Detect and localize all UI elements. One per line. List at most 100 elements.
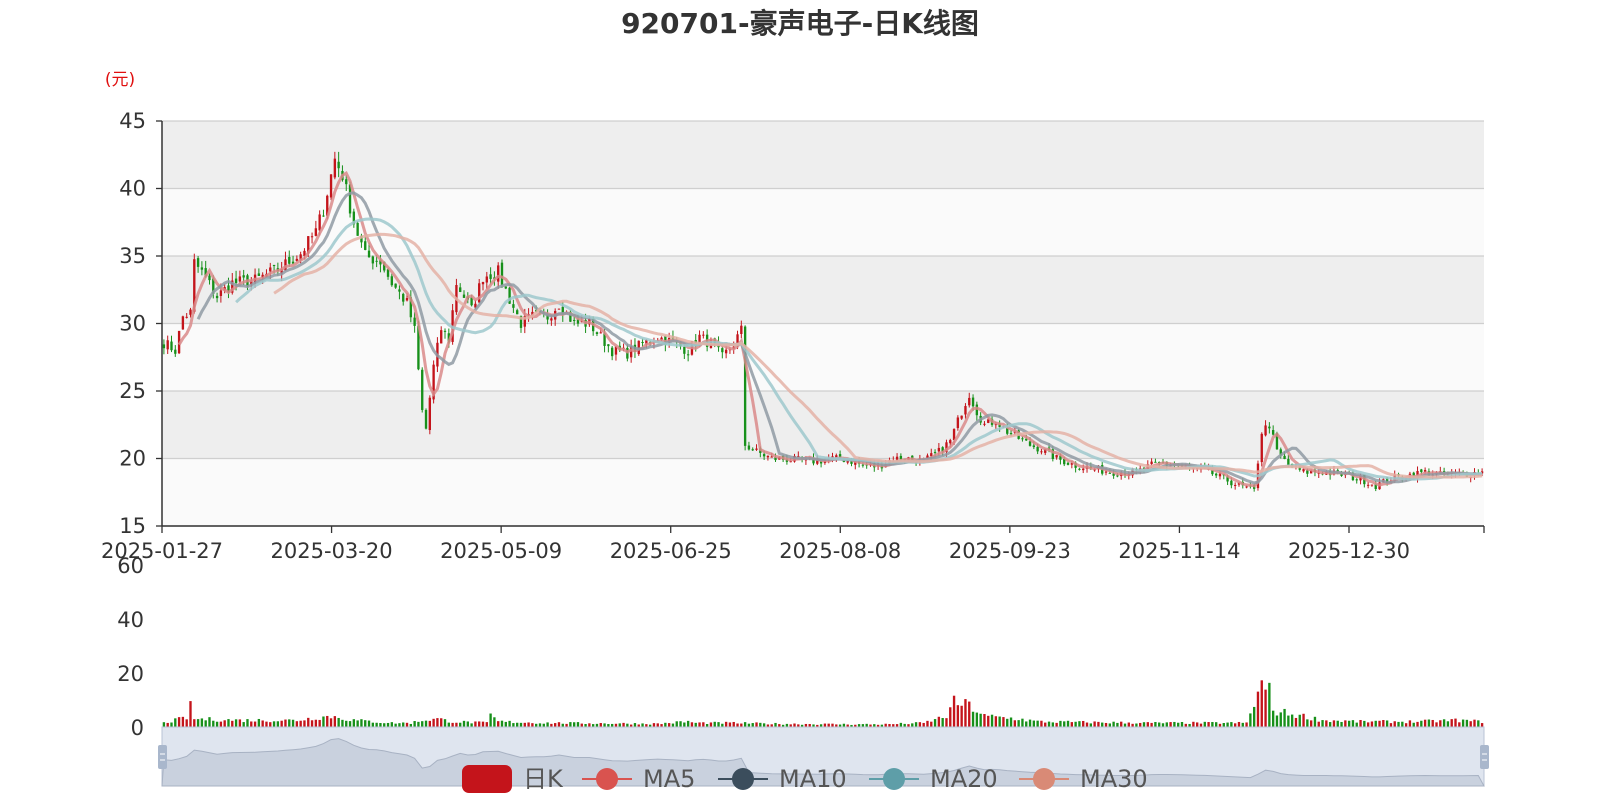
volume-bar	[1423, 719, 1427, 727]
volume-bar	[576, 722, 580, 727]
candle-body	[1032, 445, 1036, 448]
volume-bar	[930, 721, 933, 727]
volume-bar	[299, 720, 302, 727]
volume-bar	[1290, 714, 1294, 727]
candle-body	[375, 260, 378, 262]
volume-bar	[1306, 719, 1309, 727]
candle-body	[1040, 451, 1043, 453]
candle-body	[269, 267, 272, 272]
volume-bar	[474, 721, 477, 727]
volume-bar	[1283, 708, 1286, 727]
volume-bar	[956, 705, 960, 727]
volume-bar	[1442, 719, 1446, 727]
volume-bar	[417, 721, 420, 727]
volume-bar	[170, 722, 173, 727]
volume-bar	[671, 723, 675, 727]
candle-body	[1150, 461, 1153, 465]
volume-bar	[717, 722, 720, 727]
volume-bar	[1051, 722, 1055, 727]
volume-bar	[926, 720, 929, 727]
volume-bar	[1275, 715, 1279, 727]
zoom-handle-right	[1480, 745, 1489, 769]
volume-bar	[166, 722, 169, 727]
volume-bar	[413, 721, 416, 727]
volume-bar	[1366, 722, 1370, 727]
candle-body	[983, 423, 986, 425]
volume-bar	[979, 713, 982, 727]
volume-bar	[1161, 723, 1165, 727]
volume-bar	[200, 718, 204, 727]
grid-band	[162, 458, 1484, 526]
candle-body	[272, 264, 276, 266]
volume-bar	[1177, 722, 1180, 727]
volume-bar	[1279, 712, 1282, 727]
volume-bar	[1158, 722, 1161, 727]
volume-bar	[1150, 722, 1153, 727]
volume-bar	[405, 722, 409, 727]
volume-bar	[823, 723, 827, 727]
volume-bar	[1477, 720, 1480, 727]
volume-bar	[922, 722, 925, 727]
volume-bar	[375, 722, 378, 727]
volume-tick-label: 40	[117, 608, 144, 632]
candle-body	[557, 308, 561, 310]
volume-bar	[261, 720, 264, 727]
volume-bar	[497, 721, 500, 727]
candle-body	[1154, 461, 1157, 463]
volume-bar	[523, 722, 526, 727]
volume-bar	[307, 717, 310, 727]
volume-bar	[386, 722, 390, 727]
volume-bar	[1344, 720, 1347, 727]
candle-body	[1066, 462, 1070, 465]
volume-bar	[603, 723, 606, 727]
candle-body	[724, 349, 728, 354]
volume-bar	[1063, 721, 1066, 727]
candle-body	[181, 316, 185, 330]
volume-bar	[1294, 717, 1298, 727]
legend-symbol	[1033, 768, 1055, 790]
volume-bar	[736, 723, 739, 727]
volume-bar	[656, 723, 659, 727]
volume-bar	[440, 718, 443, 727]
y-tick-label: 20	[119, 447, 146, 471]
volume-bar	[1313, 716, 1317, 727]
volume-bar	[489, 713, 492, 727]
volume-bar	[964, 699, 967, 727]
legend-symbol	[462, 765, 512, 793]
volume-bar	[1249, 713, 1252, 727]
volume-bar	[1351, 720, 1355, 727]
candle-body	[740, 325, 743, 335]
volume-bar	[1325, 720, 1328, 727]
kline-chart: 920701-豪声电子-日K线图 (元) 15 20 25 30 35 40 45 2025…	[101, 7, 1489, 793]
candle-body	[215, 295, 219, 299]
candle-body	[238, 276, 242, 282]
candle-body	[1268, 426, 1271, 429]
candle-body	[1021, 438, 1024, 440]
volume-bar	[185, 719, 188, 727]
volume-bar	[759, 722, 762, 727]
candle-body	[1078, 468, 1081, 470]
grid-band	[162, 256, 1484, 324]
volume-bar	[713, 721, 716, 727]
candle-body	[968, 397, 971, 406]
candle-body	[333, 158, 337, 178]
volume-bar	[276, 721, 280, 727]
volume-bar	[329, 718, 333, 727]
volume-series[interactable]	[162, 680, 1484, 727]
volume-tick-label: 60	[117, 554, 144, 578]
volume-bar	[424, 720, 428, 727]
volume-bar	[1393, 721, 1396, 727]
volume-bar	[310, 720, 314, 727]
volume-bar	[1207, 722, 1210, 727]
volume-bar	[421, 721, 424, 727]
legend-label: MA5	[643, 765, 695, 793]
volume-bar	[793, 723, 796, 727]
volume-bar	[774, 722, 777, 727]
candle-body	[394, 283, 397, 288]
volume-bar	[1044, 722, 1047, 727]
volume-bar	[1287, 715, 1290, 727]
volume-bar	[212, 720, 215, 727]
y-axis-unit: (元)	[105, 70, 135, 90]
volume-bar	[272, 721, 276, 727]
volume-bar	[911, 723, 914, 727]
